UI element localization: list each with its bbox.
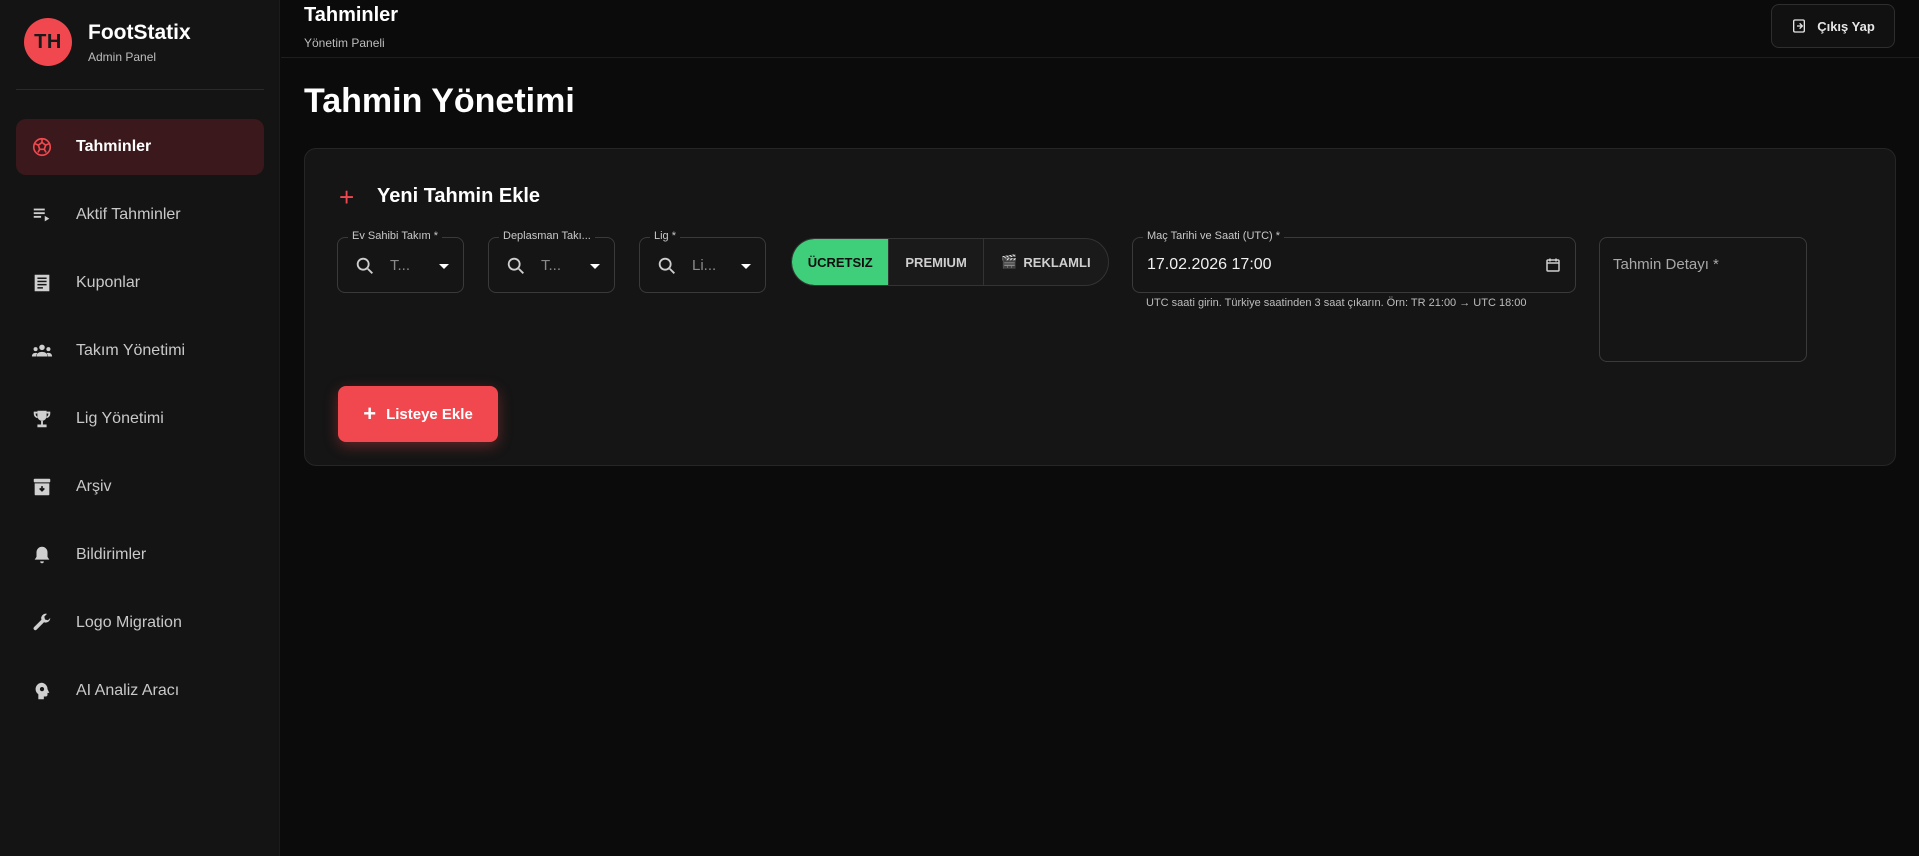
- add-to-list-label: Listeye Ekle: [386, 405, 473, 423]
- toggle-free[interactable]: ÜCRETSIZ: [792, 239, 890, 285]
- search-icon: [658, 257, 675, 274]
- sidebar-item-aktif-tahminler[interactable]: Aktif Tahminler: [16, 187, 264, 243]
- wrench-icon: [30, 611, 54, 635]
- add-to-list-button[interactable]: + Listeye Ekle: [338, 386, 498, 442]
- brand-title: FootStatix: [88, 21, 191, 44]
- away-team-select[interactable]: Deplasman Takı... T...: [488, 230, 615, 293]
- plus-icon: +: [339, 181, 355, 212]
- clapperboard-icon: 🎬: [1001, 254, 1018, 269]
- brand-text: FootStatix Admin Panel: [88, 20, 191, 64]
- brand-subtitle: Admin Panel: [88, 50, 157, 64]
- toggle-premium[interactable]: PREMIUM: [889, 239, 984, 285]
- sidebar-item-tahminler[interactable]: Tahminler: [16, 119, 264, 175]
- sidebar-item-label: AI Analiz Aracı: [76, 682, 180, 699]
- search-icon: [507, 257, 524, 274]
- sidebar-item-label: Takım Yönetimi: [76, 342, 186, 359]
- chevron-down-icon: [741, 264, 751, 269]
- sidebar-item-label: Bildirimler: [76, 546, 147, 563]
- league-label: Lig *: [650, 230, 681, 242]
- brain-icon: [30, 679, 54, 703]
- prediction-type-toggle: ÜCRETSIZ PREMIUM 🎬 REKLAMLI: [791, 238, 1109, 286]
- new-prediction-card: + Yeni Tahmin Ekle Ev Sahibi Takım * T..…: [304, 148, 1896, 466]
- sidebar-item-label: Logo Migration: [76, 614, 182, 631]
- sidebar: TH FootStatix Admin Panel Tahminler Akti…: [0, 0, 280, 856]
- avatar[interactable]: TH: [24, 18, 72, 66]
- away-team-label: Deplasman Takı...: [499, 230, 595, 242]
- prediction-detail-textarea[interactable]: Tahmin Detayı *: [1599, 237, 1807, 362]
- chevron-down-icon: [439, 264, 449, 269]
- sidebar-nav: Tahminler Aktif Tahminler Kuponlar Takım…: [16, 119, 264, 731]
- card-header: + Yeni Tahmin Ekle: [339, 181, 541, 212]
- sidebar-item-label: Arşiv: [76, 478, 112, 495]
- plus-icon: +: [363, 401, 377, 426]
- sidebar-item-label: Tahminler: [76, 138, 152, 155]
- bell-icon: [30, 543, 54, 567]
- sidebar-item-ai-analiz[interactable]: AI Analiz Aracı: [16, 663, 264, 719]
- playlist-play-icon: [30, 203, 54, 227]
- sidebar-item-kuponlar[interactable]: Kuponlar: [16, 255, 264, 311]
- header-title: Tahminler: [304, 4, 399, 26]
- receipt-icon: [30, 271, 54, 295]
- datetime-helper-text: UTC saati girin. Türkiye saatinden 3 saa…: [1146, 297, 1527, 309]
- sidebar-item-label: Aktif Tahminler: [76, 206, 181, 223]
- home-team-select[interactable]: Ev Sahibi Takım * T...: [337, 230, 464, 293]
- league-select[interactable]: Lig * Li...: [639, 230, 766, 293]
- card-title: Yeni Tahmin Ekle: [377, 185, 541, 207]
- home-team-label: Ev Sahibi Takım *: [348, 230, 443, 242]
- soccer-ball-icon: [30, 135, 54, 159]
- sidebar-item-logo-migration[interactable]: Logo Migration: [16, 595, 264, 651]
- away-team-value: T...: [541, 257, 562, 274]
- calendar-icon[interactable]: [1545, 257, 1561, 273]
- groups-icon: [30, 339, 54, 363]
- brand: TH FootStatix Admin Panel: [24, 18, 191, 66]
- match-datetime-value: 17.02.2026 17:00: [1147, 256, 1272, 273]
- trophy-icon: [30, 407, 54, 431]
- toggle-ad-label: REKLAMLI: [1023, 254, 1091, 270]
- home-team-value: T...: [390, 257, 411, 274]
- chevron-down-icon: [590, 264, 600, 269]
- sidebar-item-label: Lig Yönetimi: [76, 410, 164, 427]
- sidebar-item-arsiv[interactable]: Arşiv: [16, 459, 264, 515]
- match-datetime-field[interactable]: Maç Tarihi ve Saati (UTC) * 17.02.2026 1…: [1132, 230, 1576, 293]
- archive-icon: [30, 475, 54, 499]
- league-value: Li...: [692, 257, 717, 274]
- sidebar-item-bildirimler[interactable]: Bildirimler: [16, 527, 264, 583]
- page-title: Tahmin Yönetimi: [304, 82, 575, 120]
- logout-button[interactable]: Çıkış Yap: [1771, 4, 1895, 48]
- sidebar-item-label: Kuponlar: [76, 274, 141, 291]
- sidebar-item-takim-yonetimi[interactable]: Takım Yönetimi: [16, 323, 264, 379]
- sidebar-item-lig-yonetimi[interactable]: Lig Yönetimi: [16, 391, 264, 447]
- search-icon: [356, 257, 373, 274]
- match-datetime-label: Maç Tarihi ve Saati (UTC) *: [1143, 230, 1285, 242]
- sidebar-divider: [16, 89, 264, 90]
- header-subtitle: Yönetim Paneli: [304, 36, 385, 50]
- prediction-detail-placeholder: Tahmin Detayı *: [1613, 256, 1719, 273]
- logout-icon: [1793, 19, 1806, 33]
- logout-label: Çıkış Yap: [1817, 18, 1875, 34]
- toggle-ad-supported[interactable]: 🎬 REKLAMLI: [984, 239, 1108, 285]
- topbar: Tahminler Yönetim Paneli Çıkış Yap: [281, 0, 1919, 58]
